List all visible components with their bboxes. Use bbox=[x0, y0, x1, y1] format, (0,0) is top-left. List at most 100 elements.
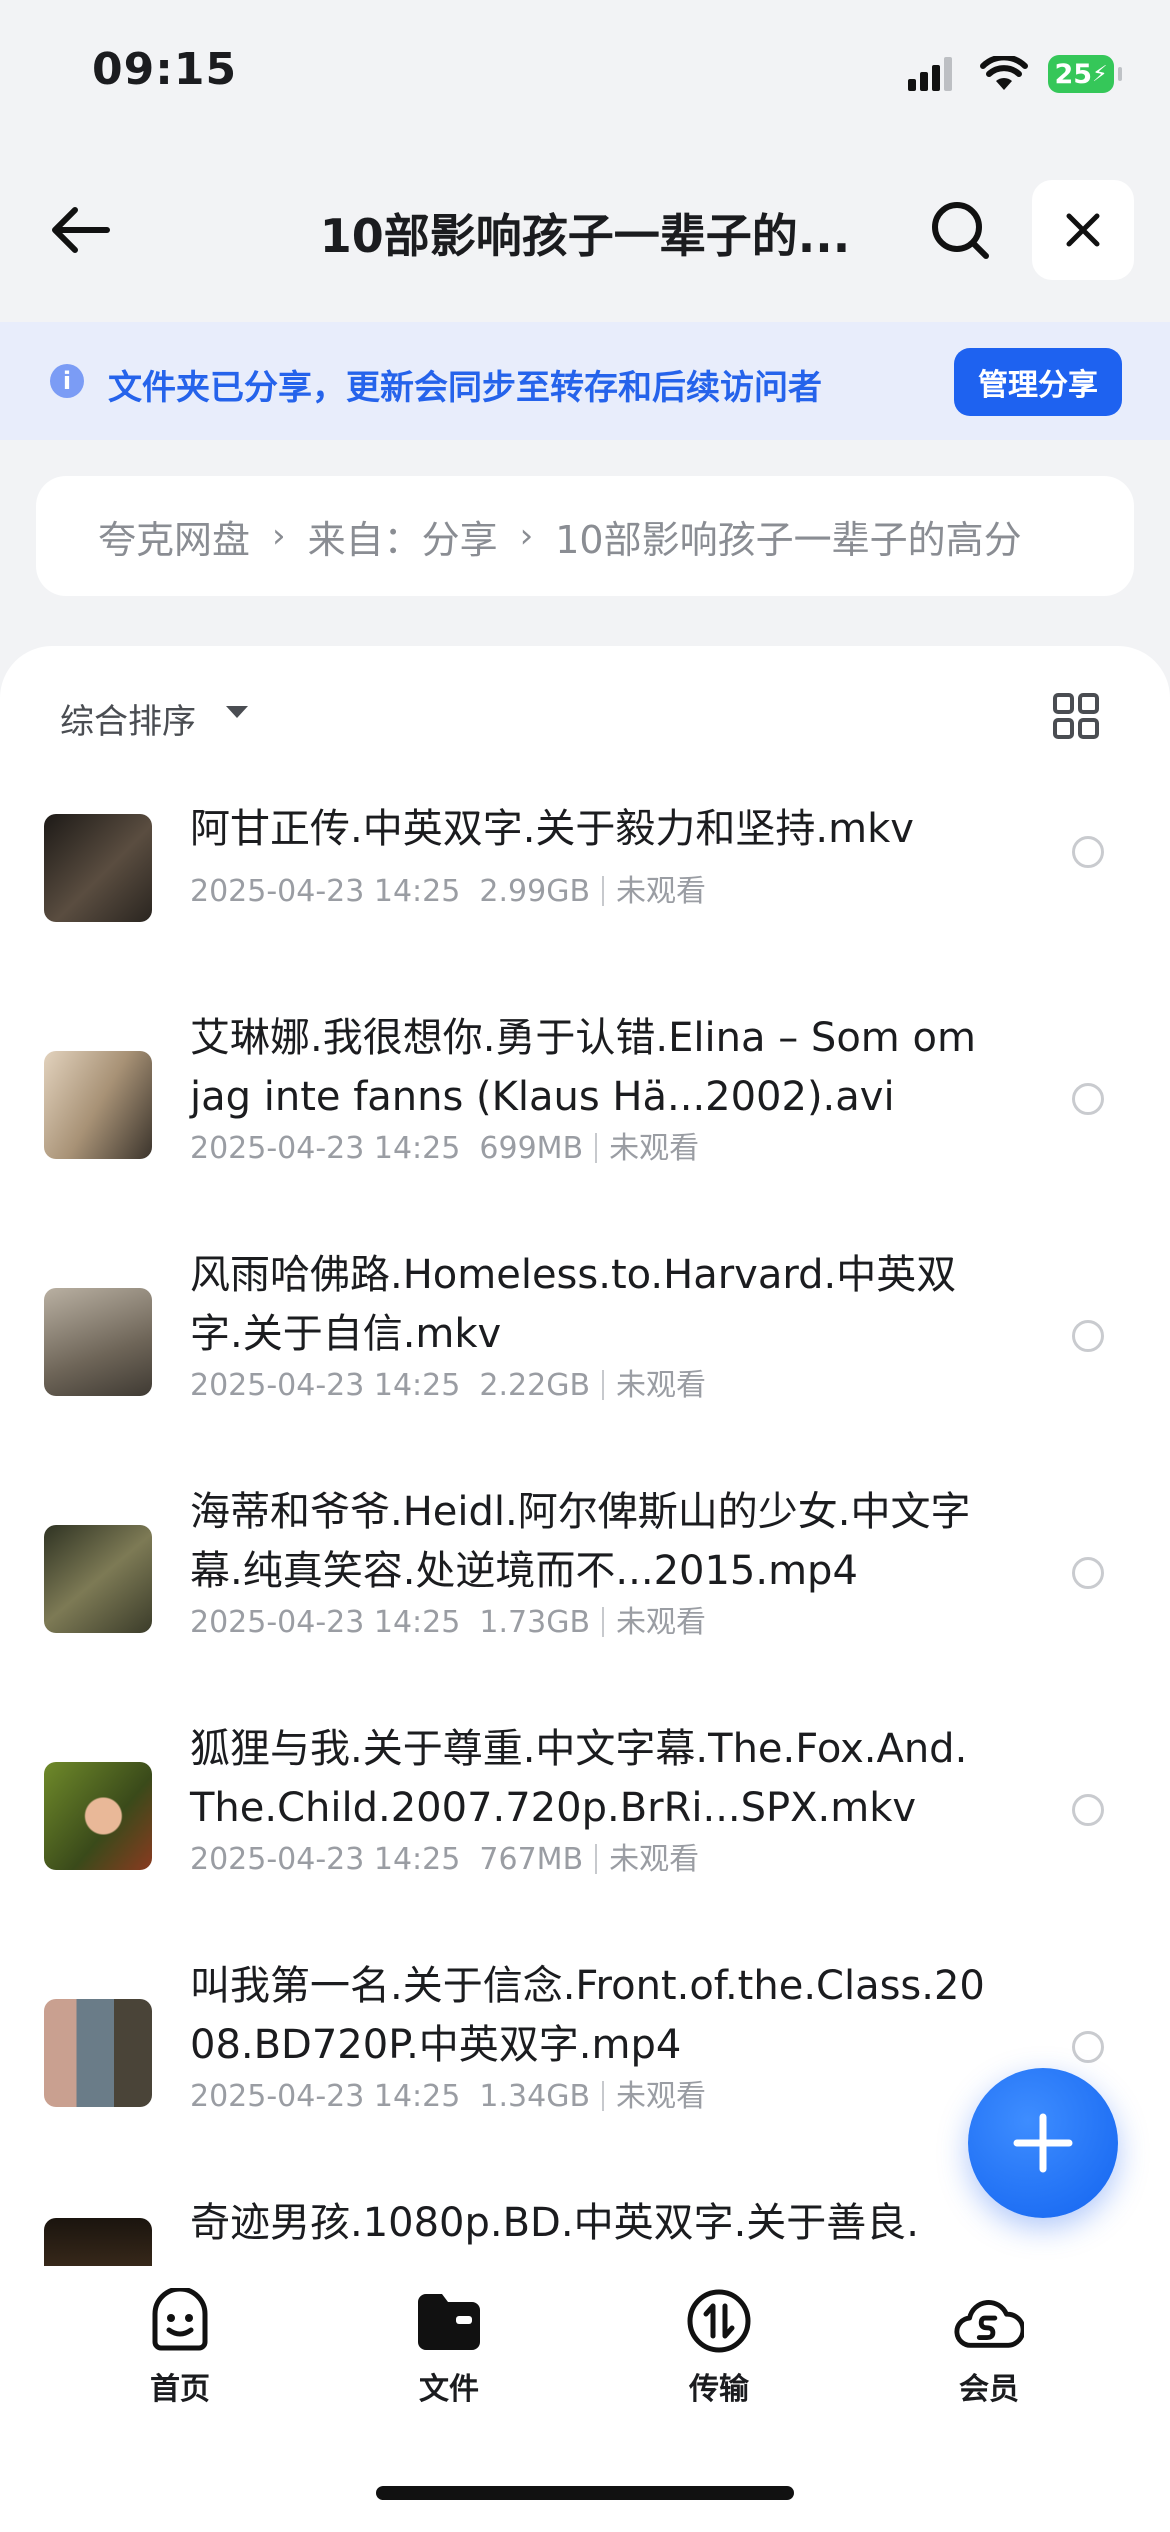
thumbnail-image bbox=[44, 2218, 152, 2266]
breadcrumb-item-current[interactable]: 10部影响孩子一辈子的高分 bbox=[555, 509, 1021, 564]
file-size: 1.34GB bbox=[479, 2079, 591, 2114]
file-row[interactable]: 海蒂和爷爷.Heidl.阿尔俾斯山的少女.中文字幕.纯真笑容.处逆境而不...2… bbox=[0, 1487, 1170, 1724]
add-button[interactable] bbox=[968, 2068, 1118, 2218]
tab-label: 文件 bbox=[419, 2372, 479, 2407]
wifi-icon bbox=[980, 56, 1028, 90]
file-row[interactable]: 风雨哈佛路.Homeless.to.Harvard.中英双字.关于自信.mkv … bbox=[0, 1250, 1170, 1487]
select-radio[interactable] bbox=[1072, 2031, 1104, 2063]
watch-status: 未观看 bbox=[609, 1842, 700, 1877]
battery-indicator: 25 ⚡ bbox=[1048, 55, 1122, 93]
page-title: 10部影响孩子一辈子的... bbox=[319, 209, 851, 263]
transfer-icon bbox=[684, 2286, 754, 2356]
meta-divider bbox=[602, 876, 605, 906]
file-meta: 2025-04-23 14:25 2.22GB 未观看 bbox=[190, 1360, 706, 1404]
file-size: 767MB bbox=[479, 1842, 584, 1877]
thumbnail-image bbox=[44, 1762, 152, 1870]
arrow-left-icon bbox=[52, 207, 110, 253]
tab-label: 首页 bbox=[150, 2372, 210, 2407]
smiley-home-icon bbox=[145, 2286, 215, 2356]
sort-dropdown[interactable]: 综合排序 bbox=[60, 694, 196, 743]
file-date: 2025-04-23 14:25 bbox=[190, 1842, 461, 1877]
file-meta: 2025-04-23 14:25 2.99GB 未观看 bbox=[190, 866, 706, 910]
notice-text: 文件夹已分享，更新会同步至转存和后续访问者 bbox=[108, 368, 822, 408]
breadcrumb: 夸克网盘 › 来自：分享 › 10部影响孩子一辈子的高分 bbox=[36, 476, 1134, 596]
meta-divider bbox=[595, 1133, 598, 1163]
file-size: 2.99GB bbox=[479, 874, 591, 909]
select-radio[interactable] bbox=[1072, 1557, 1104, 1589]
file-panel: 综合排序 阿甘正传.中英双字.关于毅力和坚持.mkv 2025-04-23 14… bbox=[0, 646, 1170, 2266]
caret-down-icon[interactable] bbox=[226, 706, 248, 718]
file-name: 艾琳娜.我很想你.勇于认错.Elina – Som om jag inte fa… bbox=[190, 1015, 976, 1120]
tab-label: 传输 bbox=[689, 2372, 749, 2407]
tab-transfer[interactable]: 传输 bbox=[634, 2286, 804, 2416]
thumbnail-image bbox=[44, 1999, 152, 2107]
status-bar: 09:15 25 ⚡ bbox=[0, 0, 1170, 140]
file-name: 阿甘正传.中英双字.关于毅力和坚持.mkv bbox=[190, 806, 914, 852]
meta-divider bbox=[602, 1607, 605, 1637]
video-thumbnail bbox=[44, 2218, 152, 2266]
file-meta: 2025-04-23 14:25 1.34GB 未观看 bbox=[190, 2071, 706, 2115]
video-thumbnail bbox=[44, 1051, 152, 1159]
manage-share-button[interactable]: 管理分享 bbox=[954, 348, 1122, 416]
meta-divider bbox=[602, 2081, 605, 2111]
file-name: 奇迹男孩.1080p.BD.中英双字.关于善良. bbox=[190, 2200, 920, 2246]
vip-cloud-icon bbox=[954, 2286, 1024, 2356]
status-time: 09:15 bbox=[92, 44, 238, 95]
video-thumbnail bbox=[44, 1999, 152, 2107]
select-radio[interactable] bbox=[1072, 1083, 1104, 1115]
file-name: 狐狸与我.关于尊重.中文字幕.The.Fox.And.The.Child.200… bbox=[190, 1726, 968, 1831]
tab-label: 会员 bbox=[959, 2372, 1019, 2407]
tab-files[interactable]: 文件 bbox=[364, 2286, 534, 2416]
file-row[interactable]: 艾琳娜.我很想你.勇于认错.Elina – Som om jag inte fa… bbox=[0, 1013, 1170, 1250]
grid-view-icon[interactable] bbox=[1052, 692, 1100, 740]
select-radio[interactable] bbox=[1072, 836, 1104, 868]
watch-status: 未观看 bbox=[616, 2079, 707, 2114]
breadcrumb-item-share[interactable]: 来自：分享 bbox=[308, 509, 498, 564]
watch-status: 未观看 bbox=[616, 874, 707, 909]
status-icons: 25 ⚡ bbox=[908, 50, 1122, 98]
select-radio[interactable] bbox=[1072, 1320, 1104, 1352]
file-size: 1.73GB bbox=[479, 1605, 591, 1640]
file-name: 风雨哈佛路.Homeless.to.Harvard.中英双字.关于自信.mkv bbox=[190, 1252, 957, 1357]
breadcrumb-item-root[interactable]: 夸克网盘 bbox=[98, 509, 250, 564]
search-icon bbox=[932, 202, 989, 259]
file-size: 2.22GB bbox=[479, 1368, 591, 1403]
video-thumbnail bbox=[44, 814, 152, 922]
file-meta: 2025-04-23 14:25 699MB 未观看 bbox=[190, 1123, 699, 1167]
close-button[interactable] bbox=[1032, 180, 1134, 280]
file-meta: 2025-04-23 14:25 767MB 未观看 bbox=[190, 1834, 699, 1878]
file-row[interactable]: 阿甘正传.中英双字.关于毅力和坚持.mkv 2025-04-23 14:25 2… bbox=[0, 776, 1170, 1013]
meta-divider bbox=[602, 1370, 605, 1400]
file-list: 阿甘正传.中英双字.关于毅力和坚持.mkv 2025-04-23 14:25 2… bbox=[0, 776, 1170, 2266]
close-icon bbox=[1066, 213, 1100, 247]
share-notice-banner: i 文件夹已分享，更新会同步至转存和后续访问者 管理分享 bbox=[0, 322, 1170, 440]
select-radio[interactable] bbox=[1072, 1794, 1104, 1826]
file-date: 2025-04-23 14:25 bbox=[190, 2079, 461, 2114]
file-size: 699MB bbox=[479, 1131, 584, 1166]
video-thumbnail bbox=[44, 1762, 152, 1870]
cellular-signal-icon bbox=[908, 57, 952, 91]
thumbnail-image bbox=[44, 1525, 152, 1633]
tab-home[interactable]: 首页 bbox=[95, 2286, 265, 2416]
watch-status: 未观看 bbox=[616, 1368, 707, 1403]
search-button[interactable] bbox=[920, 190, 1000, 270]
tab-vip[interactable]: 会员 bbox=[904, 2286, 1074, 2416]
file-row[interactable]: 奇迹男孩.1080p.BD.中英双字.关于善良. bbox=[0, 2198, 1170, 2266]
header: 10部影响孩子一辈子的... bbox=[0, 160, 1170, 300]
file-name: 海蒂和爷爷.Heidl.阿尔俾斯山的少女.中文字幕.纯真笑容.处逆境而不...2… bbox=[190, 1489, 971, 1594]
video-thumbnail bbox=[44, 1288, 152, 1396]
plus-icon bbox=[1013, 2113, 1073, 2173]
breadcrumb-separator: › bbox=[519, 516, 534, 556]
file-name: 叫我第一名.关于信念.Front.of.the.Class.2008.BD720… bbox=[190, 1963, 985, 2068]
sort-row: 综合排序 bbox=[0, 646, 1170, 776]
file-row[interactable]: 狐狸与我.关于尊重.中文字幕.The.Fox.And.The.Child.200… bbox=[0, 1724, 1170, 1961]
file-date: 2025-04-23 14:25 bbox=[190, 1131, 461, 1166]
home-indicator[interactable] bbox=[376, 2486, 794, 2500]
folder-icon bbox=[414, 2286, 484, 2356]
battery-level: 25 bbox=[1054, 58, 1093, 90]
back-button[interactable] bbox=[40, 190, 120, 270]
breadcrumb-separator: › bbox=[272, 516, 286, 556]
file-date: 2025-04-23 14:25 bbox=[190, 1368, 461, 1403]
thumbnail-image bbox=[44, 1051, 152, 1159]
video-thumbnail bbox=[44, 1525, 152, 1633]
